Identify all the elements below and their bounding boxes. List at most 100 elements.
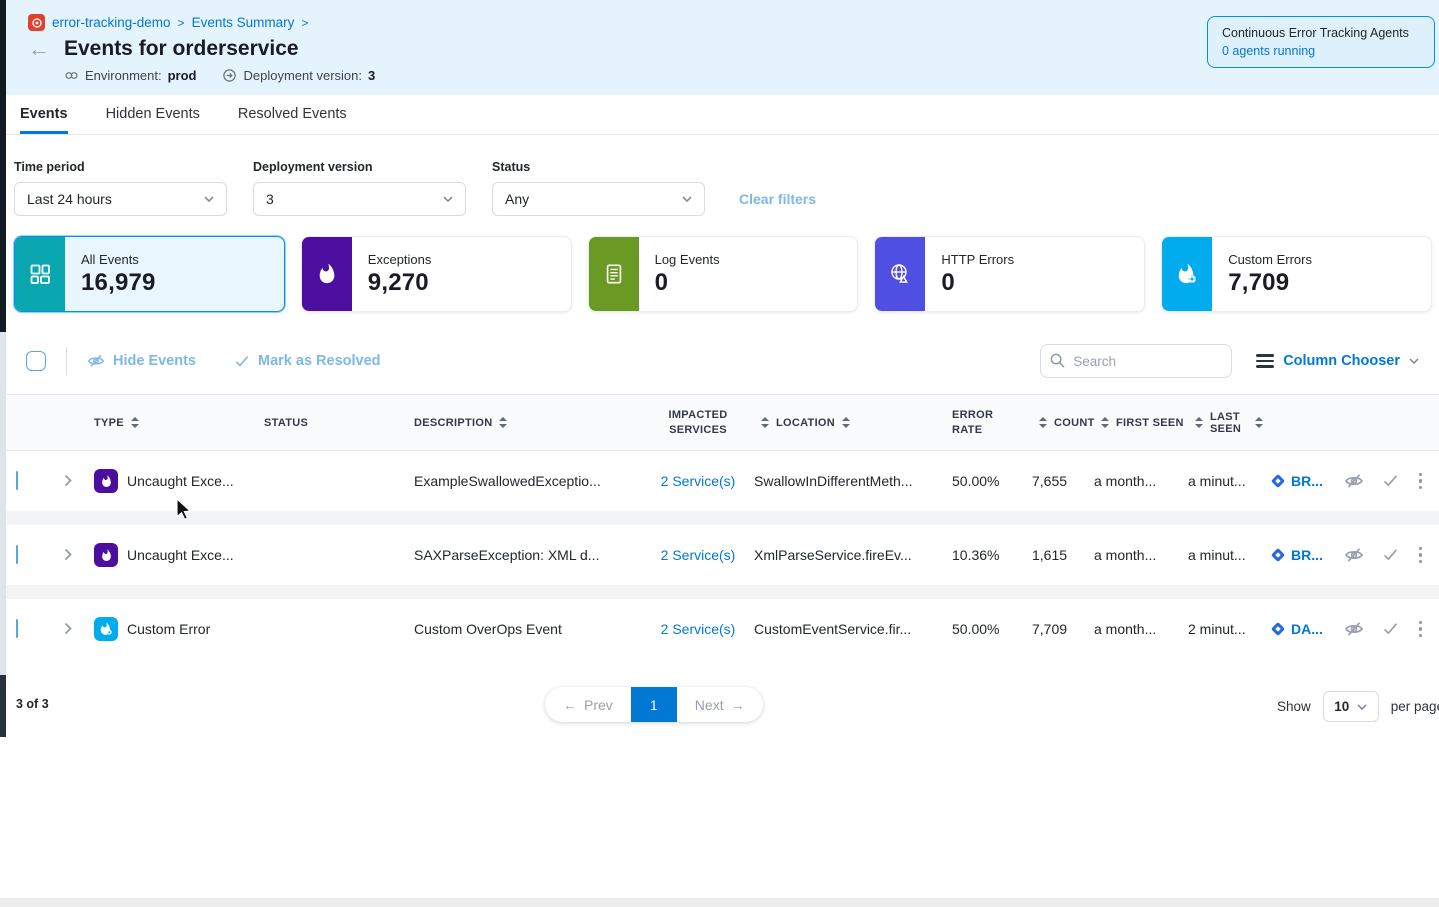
- row-checkbox[interactable]: [16, 545, 18, 564]
- card-all-events[interactable]: All Events 16,979: [14, 236, 285, 312]
- sort-icon[interactable]: [1255, 417, 1263, 428]
- agents-box-title: Continuous Error Tracking Agents: [1222, 26, 1420, 40]
- mark-resolved-button[interactable]: Mark as Resolved: [234, 353, 381, 369]
- agents-status-box: Continuous Error Tracking Agents 0 agent…: [1207, 16, 1435, 68]
- ticket-link[interactable]: BR...: [1270, 547, 1332, 563]
- table-row[interactable]: Uncaught Exce... ExampleSwallowedExcepti…: [0, 451, 1439, 511]
- back-arrow-icon[interactable]: ←: [28, 38, 50, 60]
- impacted-services-link[interactable]: 2 Service(s): [642, 473, 754, 489]
- deployment-version-label: Deployment version: [253, 160, 466, 174]
- sort-icon[interactable]: [1101, 417, 1109, 428]
- error-rate: 50.00%: [952, 621, 1032, 637]
- resolve-event-icon[interactable]: [1382, 472, 1399, 489]
- breadcrumb-section-link[interactable]: Events Summary: [192, 15, 295, 30]
- row-checkbox[interactable]: [16, 471, 18, 490]
- table-header-row: TYPE STATUS DESCRIPTION IMPACTED SERVICE…: [0, 395, 1439, 451]
- sort-icon[interactable]: [842, 417, 850, 428]
- tab-events[interactable]: Events: [20, 95, 68, 134]
- ticket-diamond-icon: [1270, 621, 1286, 637]
- table-toolbar: Hide Events Mark as Resolved Column Choo…: [0, 342, 1439, 380]
- hide-event-icon[interactable]: [1344, 471, 1364, 491]
- grid-icon: [15, 237, 65, 311]
- window-edge: [0, 332, 6, 675]
- select-all-checkbox[interactable]: [26, 351, 46, 371]
- column-chooser-button[interactable]: Column Chooser: [1256, 353, 1419, 369]
- row-expander-icon[interactable]: [60, 618, 76, 639]
- card-exceptions[interactable]: Exceptions 9,270: [301, 236, 572, 312]
- status-select[interactable]: Any: [492, 182, 705, 216]
- tab-resolved-events[interactable]: Resolved Events: [238, 95, 347, 134]
- status-label: Status: [492, 160, 705, 174]
- card-log-events[interactable]: Log Events 0: [588, 236, 859, 312]
- chevron-down-icon: [1357, 704, 1367, 710]
- deployment-value: 3: [368, 68, 375, 83]
- impacted-services-link[interactable]: 2 Service(s): [642, 547, 754, 563]
- row-menu-icon[interactable]: [1417, 545, 1424, 565]
- sort-icon[interactable]: [499, 417, 507, 428]
- page-size-select[interactable]: 10: [1323, 691, 1379, 722]
- card-label: Custom Errors: [1228, 252, 1312, 267]
- environment-meta: Environment: prod: [64, 68, 196, 83]
- ticket-diamond-icon: [1270, 547, 1286, 563]
- row-checkbox[interactable]: [16, 619, 18, 638]
- flame-icon: [302, 237, 352, 311]
- ticket-id: DA...: [1291, 621, 1323, 637]
- card-custom-errors[interactable]: Custom Errors 7,709: [1161, 236, 1432, 312]
- event-description: Custom OverOps Event: [414, 621, 642, 637]
- error-rate: 10.36%: [952, 547, 1032, 563]
- sort-icon[interactable]: [1039, 417, 1047, 428]
- first-seen: a month...: [1094, 547, 1188, 563]
- check-icon: [234, 353, 250, 369]
- sort-icon[interactable]: [761, 417, 769, 428]
- row-expander-icon[interactable]: [60, 470, 76, 491]
- column-header-last-seen: LAST SEEN: [1210, 411, 1248, 435]
- breadcrumb-separator: >: [178, 16, 185, 30]
- hide-events-button[interactable]: Hide Events: [87, 352, 196, 370]
- ticket-id: BR...: [1291, 547, 1323, 563]
- card-label: Exceptions: [368, 252, 432, 267]
- hide-event-icon[interactable]: [1344, 545, 1364, 565]
- tab-hidden-events[interactable]: Hidden Events: [106, 95, 200, 134]
- filters-bar: Time period Last 24 hours Deployment ver…: [0, 135, 1439, 216]
- sort-icon[interactable]: [1195, 417, 1203, 428]
- ticket-link[interactable]: DA...: [1270, 621, 1332, 637]
- table-row[interactable]: Uncaught Exce... SAXParseException: XML …: [0, 525, 1439, 585]
- deployment-version-value: 3: [266, 191, 274, 207]
- first-seen: a month...: [1094, 621, 1188, 637]
- page-number-button[interactable]: 1: [631, 687, 677, 722]
- time-period-select[interactable]: Last 24 hours: [14, 182, 227, 216]
- flame-gear-icon: [1162, 237, 1212, 311]
- clear-filters-button[interactable]: Clear filters: [739, 191, 816, 207]
- status-value: Any: [505, 191, 529, 207]
- chevron-down-icon: [443, 196, 453, 202]
- event-type: Custom Error: [127, 621, 210, 637]
- row-expander-icon[interactable]: [60, 544, 76, 565]
- ticket-link[interactable]: BR...: [1270, 473, 1332, 489]
- tab-bar: Events Hidden Events Resolved Events: [0, 95, 1439, 135]
- row-menu-icon[interactable]: [1417, 471, 1424, 491]
- event-location: SwallowInDifferentMeth...: [754, 473, 952, 489]
- next-page-button[interactable]: Next→: [677, 687, 763, 722]
- resolve-event-icon[interactable]: [1382, 546, 1399, 563]
- card-http-errors[interactable]: HTTP Errors 0: [874, 236, 1145, 312]
- flame-icon: [94, 469, 118, 493]
- search-input[interactable]: [1040, 344, 1232, 378]
- hamburger-icon: [1256, 354, 1274, 368]
- row-menu-icon[interactable]: [1417, 619, 1424, 639]
- table-row[interactable]: Custom Error Custom OverOps Event 2 Serv…: [0, 599, 1439, 659]
- breadcrumb-project-link[interactable]: error-tracking-demo: [52, 15, 171, 30]
- event-location: CustomEventService.fir...: [754, 621, 952, 637]
- log-icon: [589, 237, 639, 311]
- card-value: 0: [655, 269, 720, 297]
- last-seen: a minut...: [1188, 473, 1270, 489]
- agents-running-link[interactable]: 0 agents running: [1222, 44, 1420, 58]
- next-label: Next: [695, 697, 724, 713]
- resolve-event-icon[interactable]: [1382, 620, 1399, 637]
- time-period-value: Last 24 hours: [27, 191, 112, 207]
- sort-icon[interactable]: [131, 417, 139, 428]
- hide-event-icon[interactable]: [1344, 619, 1364, 639]
- deployment-version-select[interactable]: 3: [253, 182, 466, 216]
- event-count: 7,709: [1032, 621, 1094, 637]
- prev-page-button[interactable]: ←Prev: [545, 687, 631, 722]
- impacted-services-link[interactable]: 2 Service(s): [642, 621, 754, 637]
